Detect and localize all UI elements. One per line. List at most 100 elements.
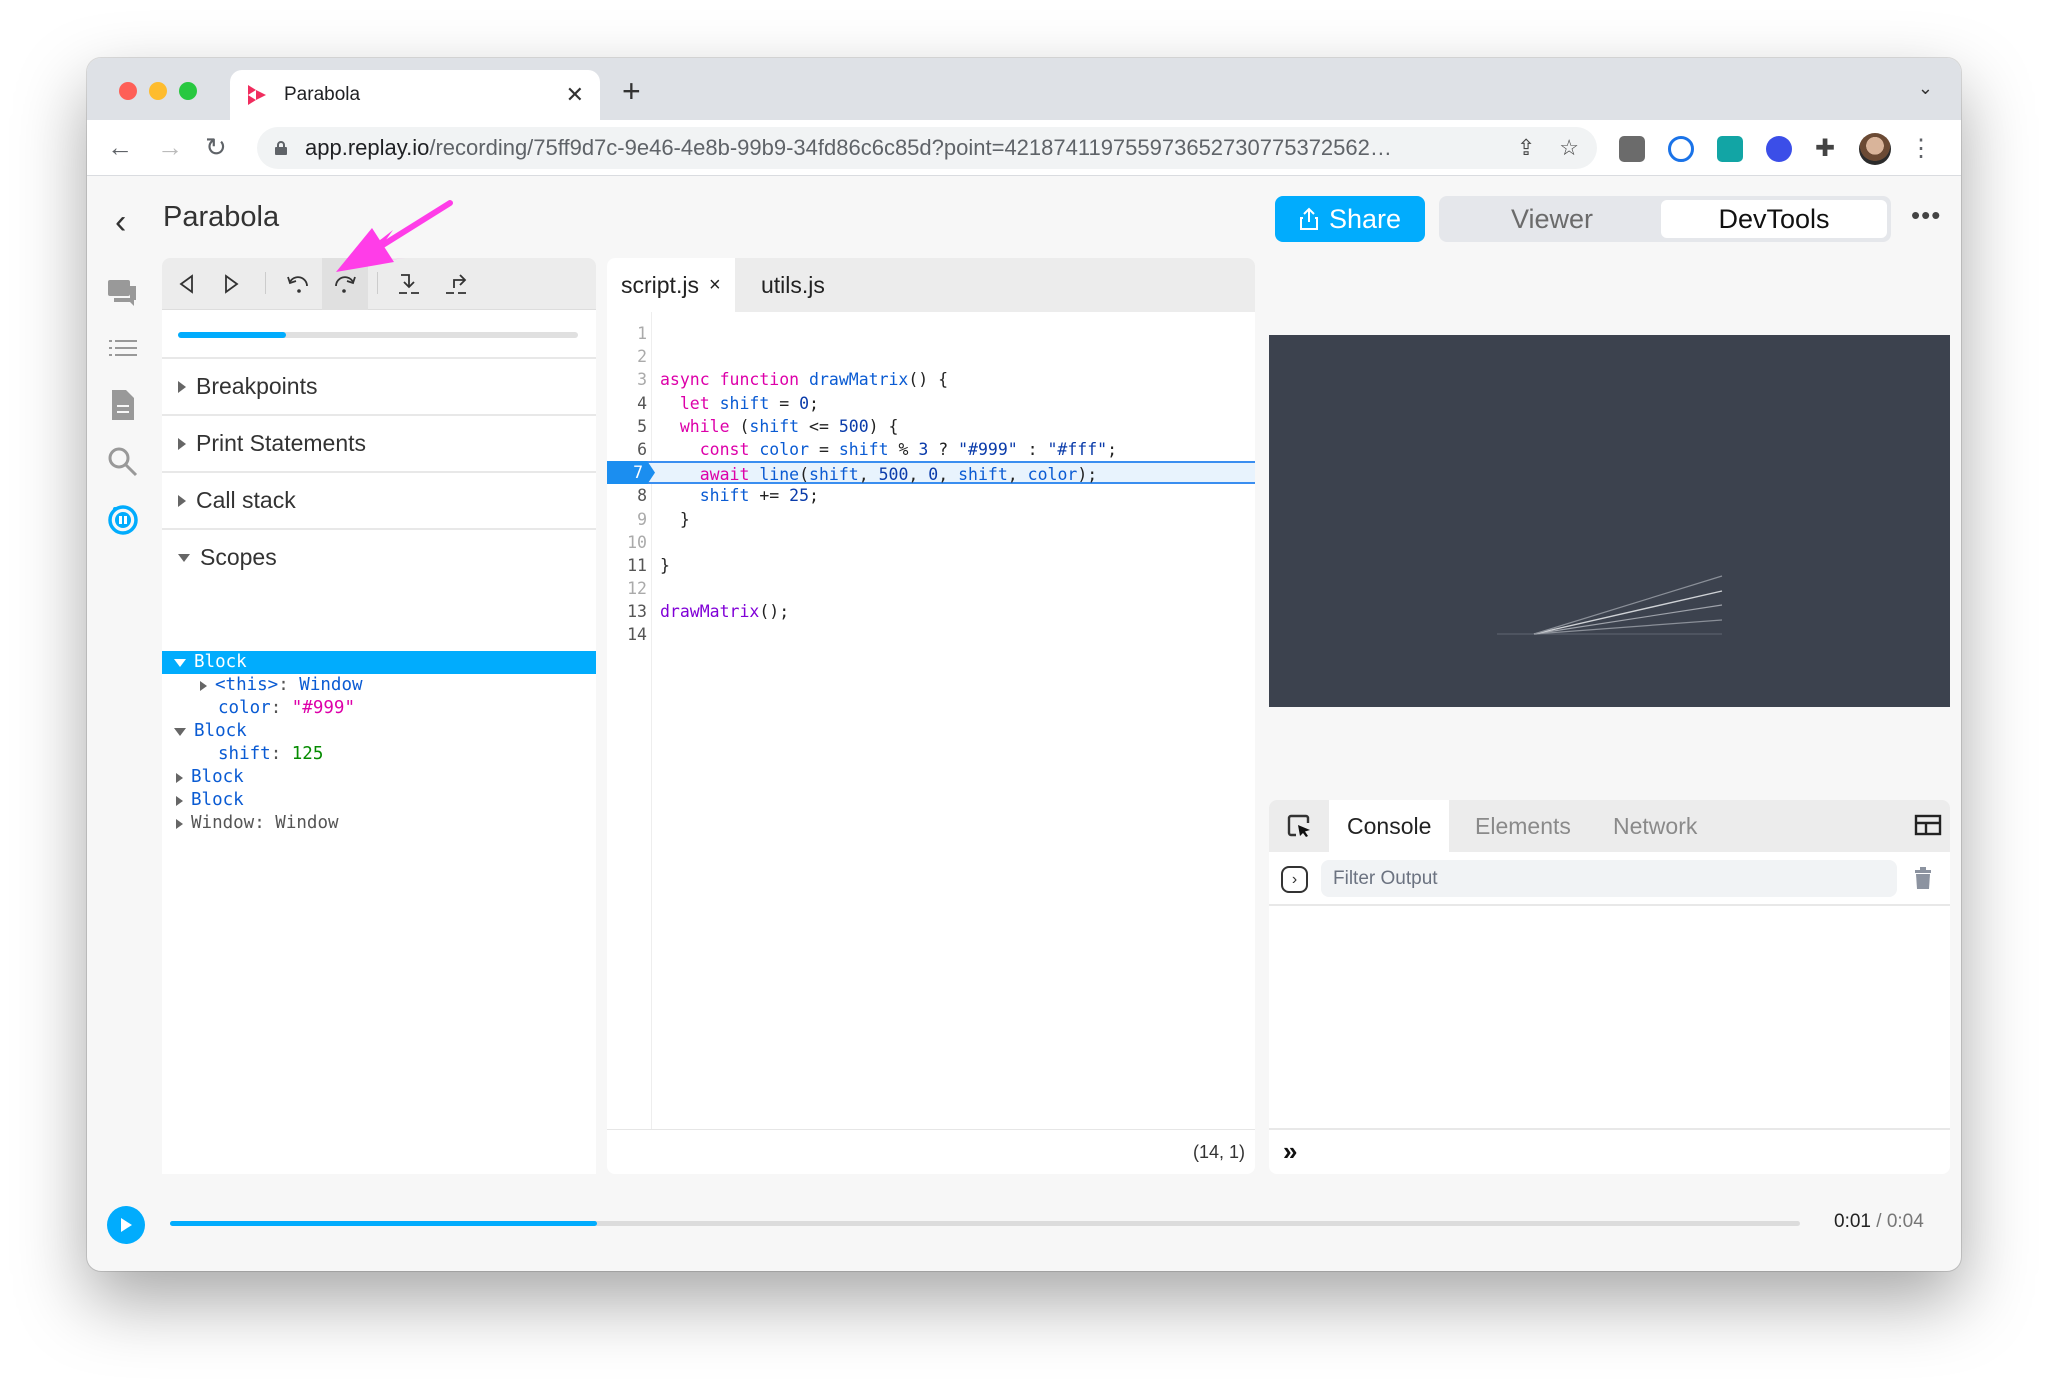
print-statements-section[interactable]: Print Statements bbox=[162, 414, 596, 471]
step-in-icon bbox=[399, 274, 419, 294]
element-picker-button[interactable] bbox=[1269, 800, 1329, 852]
reverse-step-over-button[interactable] bbox=[275, 258, 321, 310]
reverse-step-over-icon bbox=[287, 276, 308, 293]
drawn-lines-graphic bbox=[1497, 575, 1723, 635]
collapse-triangle-icon bbox=[174, 658, 186, 667]
close-tab-icon[interactable]: × bbox=[709, 274, 721, 297]
bookmark-star-icon[interactable]: ☆ bbox=[1559, 135, 1579, 161]
console-panel: Console Elements Network › » bbox=[1269, 800, 1950, 1174]
scope-block-row[interactable]: Block bbox=[162, 720, 596, 743]
url-bar[interactable]: app.replay.io/recording/75ff9d7c-9e46-4e… bbox=[257, 127, 1597, 169]
url-text[interactable]: app.replay.io/recording/75ff9d7c-9e46-4e… bbox=[305, 135, 1493, 161]
tab-network[interactable]: Network bbox=[1595, 800, 1715, 852]
close-window-button[interactable] bbox=[119, 82, 137, 100]
console-prompt-icon: » bbox=[1283, 1136, 1298, 1166]
recording-viewer-canvas[interactable] bbox=[1269, 335, 1950, 707]
rewind-icon bbox=[179, 274, 193, 294]
tab-script-js[interactable]: script.js × bbox=[607, 258, 735, 312]
debugger-panel: Breakpoints Print Statements Call stack … bbox=[162, 258, 596, 1174]
ext-blue-icon[interactable] bbox=[1766, 136, 1792, 162]
expand-triangle-icon bbox=[176, 795, 183, 806]
ext-lock-icon[interactable] bbox=[1668, 136, 1694, 162]
minimize-window-button[interactable] bbox=[149, 82, 167, 100]
scope-block-row[interactable]: Block bbox=[162, 789, 596, 812]
mode-devtools-button[interactable]: DevTools bbox=[1661, 200, 1887, 238]
view-mode-toggle: Viewer DevTools bbox=[1439, 196, 1891, 242]
reload-icon[interactable]: ↻ bbox=[205, 132, 227, 163]
toggle-layout-icon[interactable] bbox=[1914, 814, 1942, 836]
mode-viewer-button[interactable]: Viewer bbox=[1439, 196, 1665, 242]
breakpoints-section[interactable]: Breakpoints bbox=[162, 357, 596, 414]
scope-block-row[interactable]: Block bbox=[162, 766, 596, 789]
back-chevron-icon[interactable]: ‹ bbox=[115, 203, 126, 242]
puzzle-icon[interactable]: ✚ bbox=[1815, 136, 1841, 162]
browser-tab[interactable]: Parabola ✕ bbox=[230, 70, 600, 120]
scope-block-row[interactable]: Block bbox=[162, 651, 596, 674]
tab-elements[interactable]: Elements bbox=[1457, 800, 1589, 852]
comments-icon[interactable] bbox=[106, 276, 140, 310]
tab-strip: Parabola ✕ + ⌄ bbox=[87, 58, 1961, 120]
forward-arrow-icon[interactable]: → bbox=[157, 132, 183, 163]
filter-toggle-chevron-icon[interactable]: › bbox=[1281, 866, 1308, 893]
lock-icon bbox=[275, 141, 287, 155]
code-line: 10 bbox=[627, 532, 647, 552]
tab-console[interactable]: Console bbox=[1329, 800, 1450, 852]
events-list-icon[interactable] bbox=[106, 331, 140, 365]
scopes-tree: Block <this>: Window color: "#999" Block… bbox=[162, 651, 596, 835]
code-line: 14 bbox=[627, 625, 647, 645]
expand-triangle-icon bbox=[200, 680, 207, 691]
scope-window-row[interactable]: Window: Window bbox=[162, 812, 596, 835]
debugger-pause-icon[interactable] bbox=[106, 502, 140, 536]
drawn-line bbox=[1533, 575, 1723, 635]
ext-teal-icon[interactable] bbox=[1717, 136, 1743, 162]
code-area[interactable]: 1 2 3 async function drawMatrix() { 4 let… bbox=[607, 322, 1255, 647]
step-over-icon bbox=[335, 276, 356, 293]
source-file-icon[interactable] bbox=[106, 388, 140, 422]
rewind-button[interactable] bbox=[164, 258, 210, 310]
back-arrow-icon[interactable]: ← bbox=[107, 132, 133, 163]
scope-color-row: color: "#999" bbox=[218, 698, 355, 718]
ext-gray-icon[interactable] bbox=[1619, 136, 1645, 162]
scopes-section[interactable]: Scopes bbox=[162, 528, 596, 585]
code-line: 12 bbox=[627, 579, 647, 599]
code-line: 13 drawMatrix(); bbox=[627, 602, 790, 622]
scope-this-row[interactable]: <this>: Window bbox=[162, 674, 596, 697]
share-page-icon[interactable]: ⇪ bbox=[1517, 135, 1535, 161]
tab-close-icon[interactable]: ✕ bbox=[566, 82, 584, 108]
play-button[interactable] bbox=[107, 1206, 145, 1244]
step-over-button[interactable] bbox=[322, 258, 368, 310]
toolbar-divider bbox=[377, 272, 378, 294]
expand-triangle-icon bbox=[178, 437, 186, 450]
resume-button[interactable] bbox=[208, 258, 254, 310]
call-stack-section[interactable]: Call stack bbox=[162, 471, 596, 528]
collapse-triangle-icon bbox=[174, 727, 186, 736]
chevron-down-icon[interactable]: ⌄ bbox=[1918, 78, 1933, 99]
console-filter-row: › bbox=[1269, 852, 1950, 906]
profile-avatar[interactable] bbox=[1859, 133, 1891, 165]
paused-code-line: 7 await line(shift, 500, 0, shift, color… bbox=[607, 461, 1255, 485]
console-tabs: Console Elements Network bbox=[1269, 800, 1950, 852]
clear-console-trash-icon[interactable] bbox=[1914, 867, 1932, 889]
step-in-button[interactable] bbox=[387, 258, 433, 310]
filter-output-input[interactable] bbox=[1321, 860, 1897, 897]
collapse-triangle-icon bbox=[178, 553, 190, 562]
more-options-icon[interactable]: ••• bbox=[1911, 200, 1941, 231]
browser-window: Parabola ✕ + ⌄ ← → ↻ app.replay.io/recor… bbox=[87, 58, 1961, 1271]
search-icon[interactable] bbox=[106, 445, 140, 479]
code-line: 6 const color = shift % 3 ? "#999" : "#f… bbox=[637, 439, 1118, 459]
code-line: 5 while (shift <= 500) { bbox=[637, 416, 899, 436]
replay-logo-icon bbox=[248, 85, 266, 105]
step-out-button[interactable] bbox=[434, 258, 480, 310]
share-icon bbox=[1299, 207, 1318, 230]
code-line: 1 bbox=[637, 324, 647, 343]
code-line: 11} bbox=[627, 555, 670, 575]
browser-menu-icon[interactable]: ⋮ bbox=[1909, 134, 1933, 163]
editor-tabs: script.js × utils.js bbox=[607, 258, 1255, 312]
tab-utils-js[interactable]: utils.js bbox=[747, 258, 839, 312]
timeline-scrubber[interactable] bbox=[170, 1221, 1800, 1226]
console-input-row[interactable]: » bbox=[1269, 1128, 1950, 1174]
new-tab-button[interactable]: + bbox=[622, 73, 641, 110]
share-button[interactable]: Share bbox=[1275, 196, 1425, 242]
maximize-window-button[interactable] bbox=[179, 82, 197, 100]
code-line: 2 bbox=[637, 347, 647, 367]
